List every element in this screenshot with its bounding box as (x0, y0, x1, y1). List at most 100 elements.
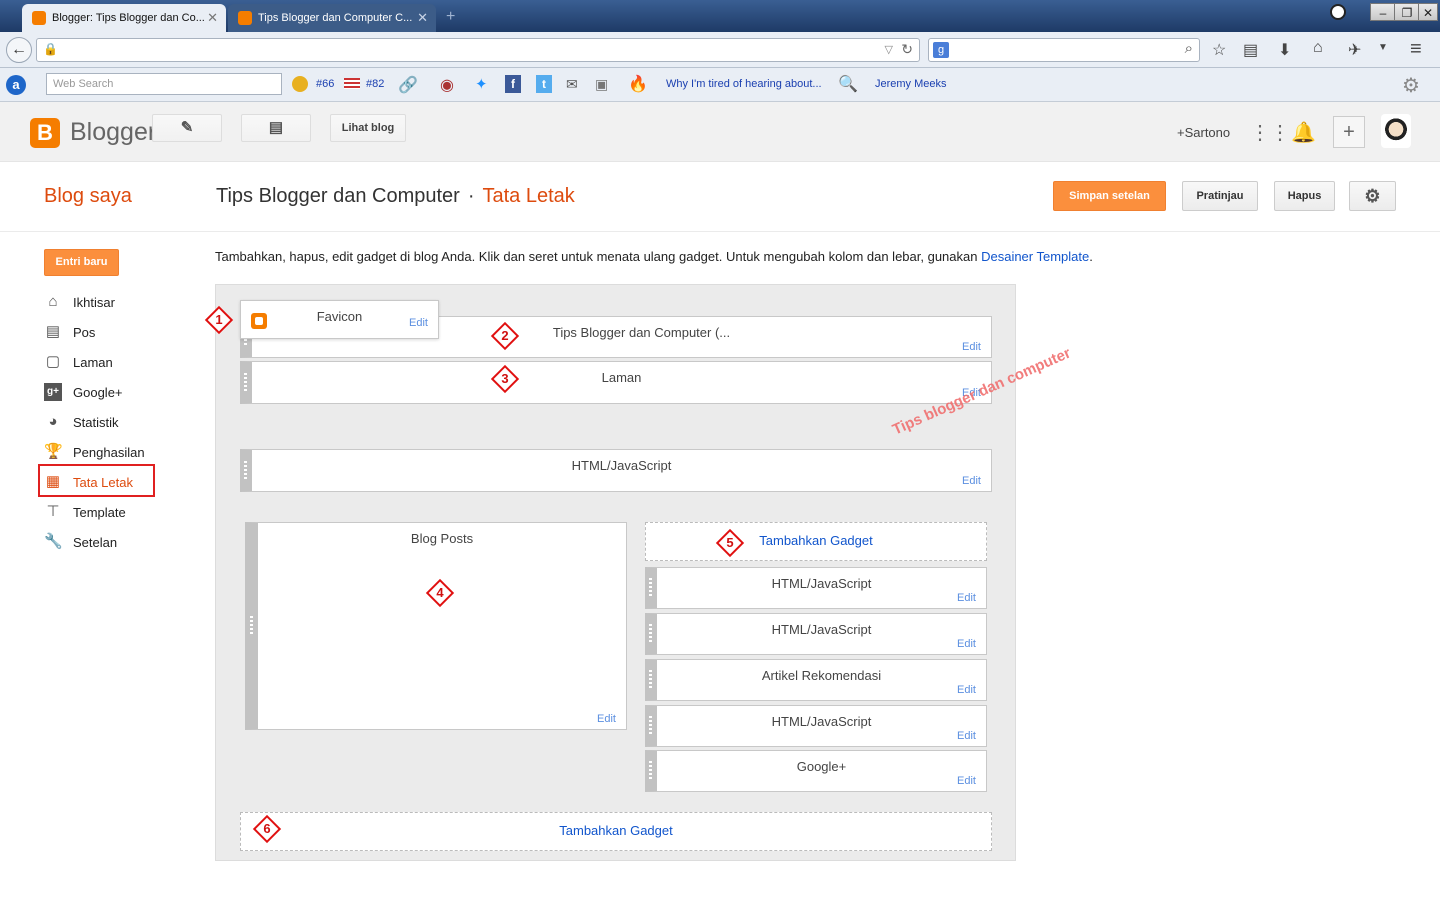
fire-icon[interactable]: 🔥 (628, 74, 648, 94)
add-gadget-sidebar[interactable]: Tambahkan Gadget (645, 522, 987, 561)
avatar[interactable] (1381, 114, 1411, 148)
tab-blog[interactable]: Tips Blogger dan Computer C... ✕ (228, 4, 436, 32)
address-bar[interactable]: 🔒 ▽ ↻ (36, 38, 920, 62)
pages-gadget[interactable]: Laman Edit (240, 361, 992, 404)
pencil-icon: ✎ (180, 119, 194, 136)
user-profile-link[interactable]: +Sartono (1177, 125, 1230, 140)
twitter-icon[interactable]: t (536, 75, 552, 93)
tab-blogger-layout[interactable]: Blogger: Tips Blogger dan Co... ✕ (22, 4, 226, 32)
sidebar-gadget[interactable]: Artikel Rekomendasi Edit (645, 659, 987, 701)
drag-handle[interactable] (649, 624, 652, 644)
drag-handle[interactable] (649, 761, 652, 781)
alexa-rank-us[interactable]: #82 (366, 78, 384, 90)
dropdown-arrow-icon[interactable]: ▽ (885, 43, 893, 56)
drag-handle[interactable] (244, 372, 247, 393)
link-icon[interactable]: 🔗 (398, 75, 418, 95)
share-plus-button[interactable]: + (1333, 116, 1365, 148)
sidebar-item-label: Template (73, 505, 126, 520)
favicon-gadget[interactable]: Favicon Edit (240, 300, 439, 339)
contact-card-icon[interactable]: ▣ (595, 76, 608, 93)
annotation-marker-2: 2 (490, 321, 520, 351)
add-gadget-footer[interactable]: Tambahkan Gadget (240, 812, 992, 851)
edit-link[interactable]: Edit (597, 713, 616, 725)
search-icon[interactable]: ⌕ (1185, 40, 1193, 57)
edit-link[interactable]: Edit (962, 341, 981, 353)
alexa-rank-global[interactable]: #66 (316, 78, 334, 90)
save-arrangement-button[interactable]: Simpan setelan (1053, 181, 1166, 211)
blogger-logo-icon[interactable]: B (30, 118, 60, 148)
drag-handle[interactable] (649, 578, 652, 598)
downloads-icon[interactable]: ⬇ (1278, 40, 1291, 60)
reload-icon[interactable]: ↻ (901, 41, 913, 58)
drag-handle[interactable] (244, 460, 247, 481)
mail-icon[interactable]: ✉ (566, 76, 578, 93)
facebook-icon[interactable]: f (505, 75, 521, 93)
template-designer-link[interactable]: Desainer Template (981, 249, 1089, 264)
drag-handle[interactable] (649, 670, 652, 690)
search-input[interactable]: g ⌕ (928, 38, 1200, 62)
drag-handle[interactable] (649, 716, 652, 736)
add-gadget-link[interactable]: Tambahkan Gadget (241, 823, 991, 838)
html-javascript-gadget[interactable]: HTML/JavaScript Edit (240, 449, 992, 492)
pages-icon: ▢ (45, 353, 61, 370)
blogger-favicon-icon (238, 11, 252, 25)
sidebar-gadget[interactable]: HTML/JavaScript Edit (645, 613, 987, 655)
close-tab-icon[interactable]: ✕ (207, 10, 218, 26)
clear-button[interactable]: Hapus (1274, 181, 1335, 211)
extension-icon[interactable]: ✈ (1348, 40, 1361, 60)
bookmark-star-icon[interactable]: ☆ (1212, 40, 1226, 60)
edit-link[interactable]: Edit (957, 775, 976, 787)
view-blog-button[interactable]: Lihat blog (330, 114, 406, 142)
sidebar-gadget[interactable]: HTML/JavaScript Edit (645, 567, 987, 609)
maximize-button[interactable]: ❐ (1394, 3, 1420, 21)
edit-link[interactable]: Edit (962, 475, 981, 487)
new-post-pencil-button[interactable]: ✎ (152, 114, 222, 142)
google-icon[interactable]: g (933, 42, 949, 58)
blog-posts-gadget[interactable]: Blog Posts Edit (245, 522, 627, 730)
new-tab-button[interactable]: + (446, 8, 455, 26)
web-search-input[interactable]: Web Search (46, 73, 282, 95)
search-flame-icon[interactable]: 🔍 (838, 74, 858, 94)
person-link[interactable]: Jeremy Meeks (875, 78, 947, 90)
blogger-logo-text[interactable]: Blogger (70, 118, 156, 147)
sidebar-item-label: Statistik (73, 415, 119, 430)
my-blogs-link[interactable]: Blog saya (44, 185, 132, 208)
close-window-button[interactable]: ✕ (1418, 3, 1438, 21)
dropdown-arrow-icon[interactable]: ▼ (1378, 42, 1388, 53)
sidebar-item-label: Pos (73, 325, 96, 340)
sidebar-gadget[interactable]: HTML/JavaScript Edit (645, 705, 987, 747)
new-post-button[interactable]: Entri baru (44, 249, 119, 276)
add-gadget-link[interactable]: Tambahkan Gadget (646, 533, 986, 548)
edit-link[interactable]: Edit (409, 317, 428, 329)
posts-button[interactable]: ▤ (241, 114, 311, 142)
edit-link[interactable]: Edit (957, 638, 976, 650)
alexa-icon[interactable] (292, 76, 308, 92)
gadget-title: Laman (601, 370, 642, 385)
blogger-header: B Blogger ✎ ▤ Lihat blog +Sartono ⋮⋮⋮ 🔔 … (0, 102, 1440, 162)
drag-handle[interactable] (250, 616, 253, 636)
sidebar-gadget[interactable]: Google+ Edit (645, 750, 987, 792)
minimize-button[interactable]: – (1370, 3, 1396, 21)
edit-link[interactable]: Edit (957, 684, 976, 696)
bookmarks-list-icon[interactable]: ▤ (1243, 40, 1258, 60)
posts-icon: ▤ (268, 119, 284, 136)
settings-gear-button[interactable]: ⚙ (1349, 181, 1396, 211)
back-button[interactable]: ← (6, 37, 32, 63)
notifications-bell-icon[interactable]: 🔔 (1291, 120, 1316, 145)
description-text: Tambahkan, hapus, edit gadget di blog An… (215, 249, 982, 264)
page-title: Tips Blogger dan Computer · Tata Letak (216, 185, 575, 208)
menu-icon[interactable]: ≡ (1410, 38, 1422, 61)
edit-link[interactable]: Edit (957, 730, 976, 742)
sparkle-icon[interactable]: ✦ (475, 75, 488, 93)
shield-icon[interactable]: ◉ (440, 75, 454, 95)
home-icon[interactable]: ⌂ (1313, 39, 1323, 57)
gear-icon[interactable]: ⚙ (1402, 73, 1420, 98)
edit-link[interactable]: Edit (957, 592, 976, 604)
preview-button[interactable]: Pratinjau (1182, 181, 1258, 211)
browser-tab-bar: Blogger: Tips Blogger dan Co... ✕ Tips B… (0, 0, 1440, 32)
news-link[interactable]: Why I'm tired of hearing about... (666, 78, 822, 90)
sync-icon[interactable] (1330, 4, 1346, 20)
close-tab-icon[interactable]: ✕ (417, 10, 428, 26)
ask-icon[interactable]: a (6, 75, 26, 95)
blog-name: Tips Blogger dan Computer (216, 185, 460, 207)
